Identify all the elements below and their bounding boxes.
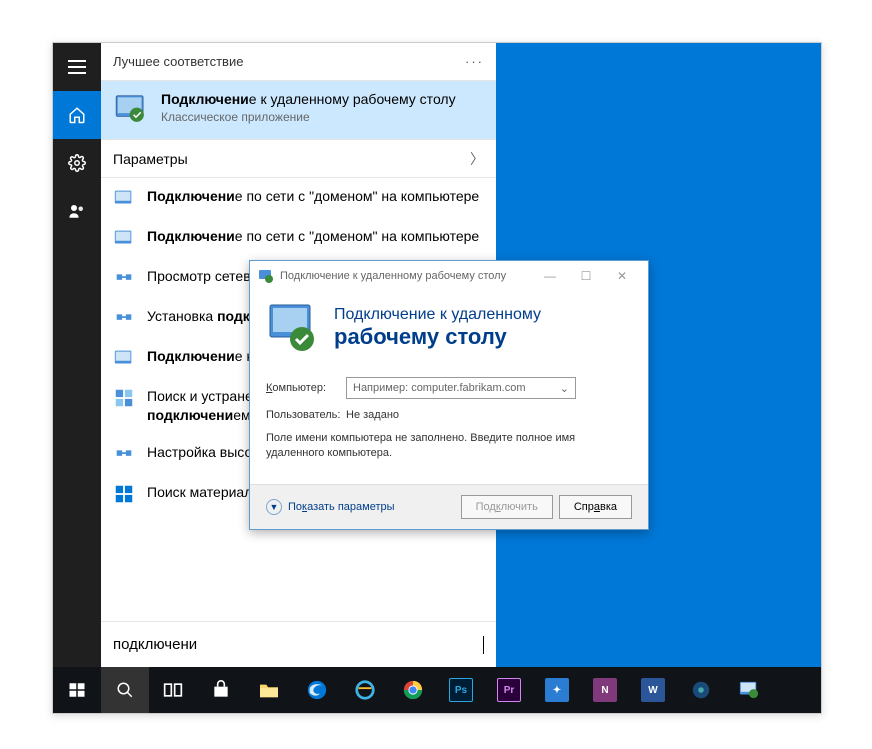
settings-item-icon: [113, 227, 135, 249]
app1-taskbar-button[interactable]: ✦: [533, 667, 581, 713]
rdp-app-icon: [113, 91, 151, 129]
start-rail: [53, 43, 101, 667]
search-icon: [116, 681, 134, 699]
settings-rail-button[interactable]: [53, 139, 101, 187]
show-options-toggle[interactable]: ▼ Показать параметры: [266, 499, 395, 515]
text-caret: [483, 636, 484, 654]
list-item[interactable]: Подключение по сети с "доменом" на компь…: [101, 218, 496, 258]
search-box[interactable]: подключени: [101, 621, 496, 667]
chrome-icon: [402, 679, 424, 701]
minimize-button[interactable]: —: [532, 263, 568, 289]
chrome-taskbar-button[interactable]: [389, 667, 437, 713]
explorer-taskbar-button[interactable]: [245, 667, 293, 713]
task-view-icon: [163, 682, 183, 698]
user-value: Не задано: [346, 409, 399, 421]
ie-icon: [354, 679, 376, 701]
rdp-logo-icon: [266, 301, 320, 355]
rdp-dialog: Подключение к удаленному рабочему столу …: [249, 260, 649, 530]
best-match-subtitle: Классическое приложение: [161, 110, 456, 124]
store-taskbar-button[interactable]: [197, 667, 245, 713]
rdp-header-line1: Подключение к удаленному: [334, 306, 541, 324]
home-button[interactable]: [53, 91, 101, 139]
chevron-down-icon: ▼: [266, 499, 282, 515]
close-button[interactable]: ✕: [604, 263, 640, 289]
edge-icon: [306, 679, 328, 701]
settings-section-header[interactable]: Параметры 〉: [101, 140, 496, 178]
folder-icon: [258, 681, 280, 699]
ps-taskbar-button[interactable]: Ps: [437, 667, 485, 713]
store-icon: [113, 483, 135, 505]
hamburger-button[interactable]: [53, 43, 101, 91]
best-match-header: Лучшее соответствие ···: [101, 43, 496, 81]
edge-taskbar-button[interactable]: [293, 667, 341, 713]
rdp-title-icon: [258, 268, 274, 284]
computer-placeholder: Например: computer.fabrikam.com: [353, 382, 526, 394]
ie-taskbar-button[interactable]: [341, 667, 389, 713]
best-match-label: Лучшее соответствие: [113, 54, 243, 69]
titlebar-text: Подключение к удаленному рабочему столу: [280, 270, 532, 282]
rdp-header: Подключение к удаленному рабочему столу: [250, 291, 648, 371]
app2-taskbar-button[interactable]: [677, 667, 725, 713]
settings-item-icon: [113, 347, 135, 369]
user-label: Пользователь:: [266, 409, 346, 421]
gear-icon: [68, 154, 86, 172]
rdp-taskbar-icon: [738, 680, 760, 700]
store-icon: [211, 680, 231, 700]
chevron-down-icon: ⌄: [560, 382, 569, 395]
info-message: Поле имени компьютера не заполнено. Введ…: [266, 431, 632, 462]
settings-item-icon: [113, 187, 135, 209]
network-icon: [113, 267, 135, 289]
connect-button[interactable]: Подключить: [461, 495, 553, 519]
gear-colored-icon: [690, 679, 712, 701]
more-icon[interactable]: ···: [465, 54, 484, 69]
people-rail-button[interactable]: [53, 187, 101, 235]
pr-taskbar-button[interactable]: Pr: [485, 667, 533, 713]
titlebar[interactable]: Подключение к удаленному рабочему столу …: [250, 261, 648, 291]
onenote-taskbar-button[interactable]: N: [581, 667, 629, 713]
people-icon: [68, 202, 86, 220]
word-taskbar-button[interactable]: W: [629, 667, 677, 713]
rdp-header-line2: рабочему столу: [334, 324, 541, 350]
help-button[interactable]: Справка: [559, 495, 632, 519]
settings-header-label: Параметры: [113, 151, 188, 167]
search-input[interactable]: подключени: [113, 636, 482, 653]
taskbar: Ps Pr ✦ N W: [53, 667, 821, 713]
search-button[interactable]: [101, 667, 149, 713]
troubleshoot-icon: [113, 387, 135, 409]
best-match-title: Подключение к удаленному рабочему столу: [161, 91, 456, 107]
list-item[interactable]: Подключение по сети с "доменом" на компь…: [101, 178, 496, 218]
computer-combobox[interactable]: Например: computer.fabrikam.com ⌄: [346, 377, 576, 399]
home-icon: [68, 106, 86, 124]
best-match-result[interactable]: Подключение к удаленному рабочему столу …: [101, 81, 496, 140]
rdp-taskbar-button[interactable]: [725, 667, 773, 713]
windows-icon: [68, 681, 86, 699]
computer-label: Компьютер:: [266, 382, 346, 394]
maximize-button[interactable]: ☐: [568, 263, 604, 289]
network-icon: [113, 307, 135, 329]
chevron-right-icon: 〉: [470, 149, 484, 169]
task-view-button[interactable]: [149, 667, 197, 713]
start-button[interactable]: [53, 667, 101, 713]
network-icon: [113, 443, 135, 465]
